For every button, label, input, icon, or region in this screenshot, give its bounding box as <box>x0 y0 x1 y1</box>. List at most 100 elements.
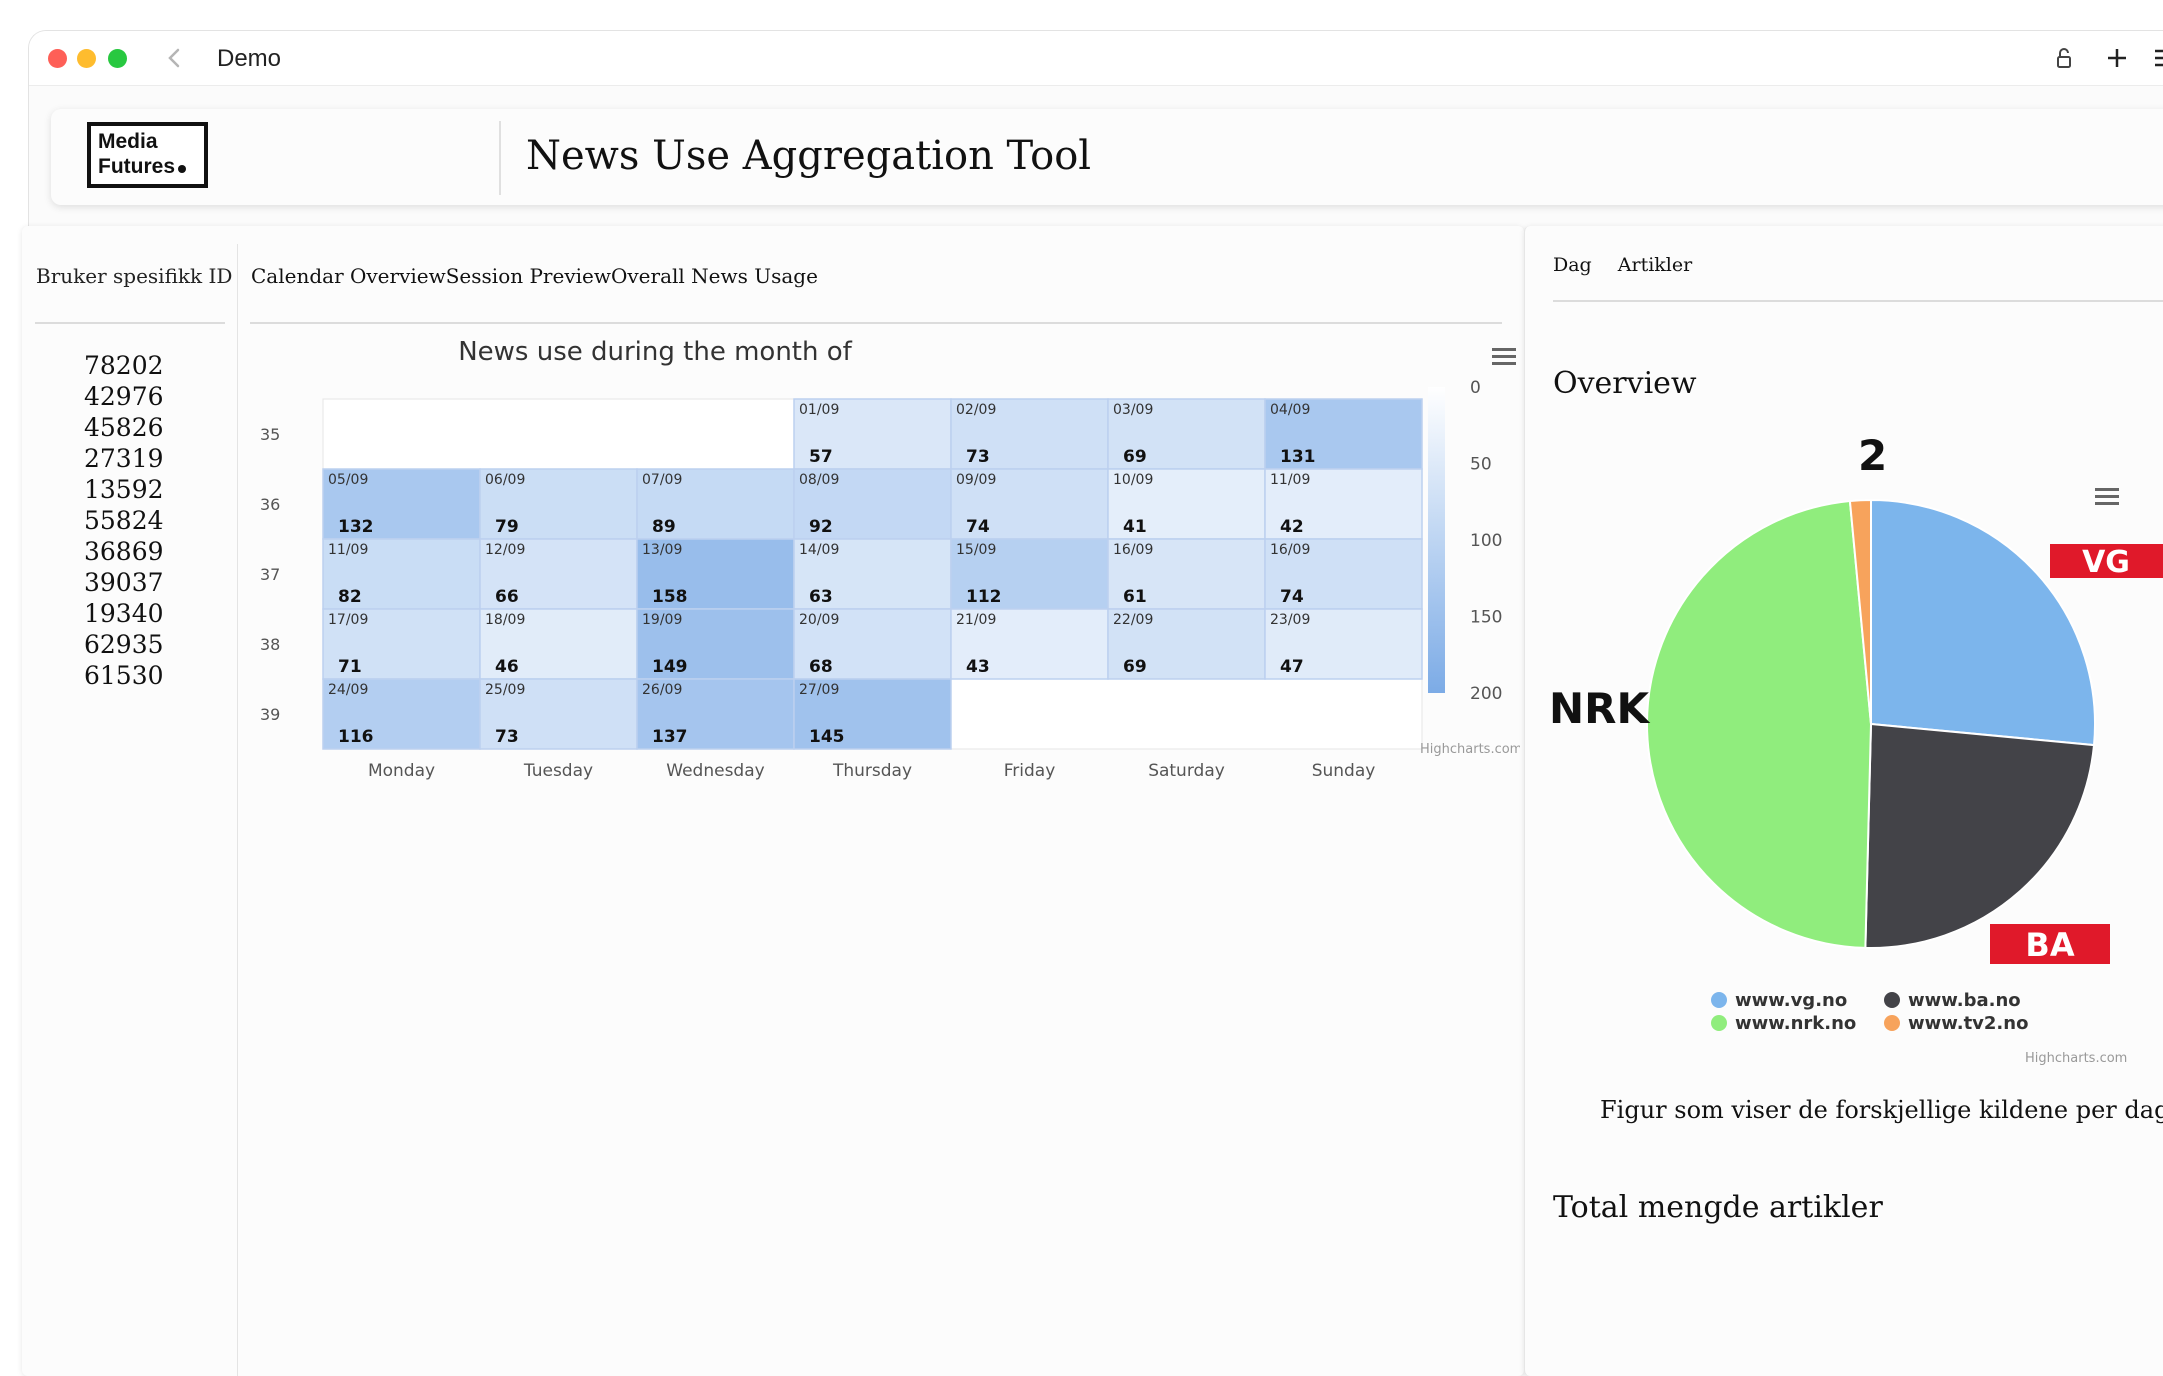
cell-value-label: 116 <box>338 727 374 747</box>
pie-slice <box>1864 722 2096 949</box>
pie-slice <box>1870 498 2096 747</box>
cell-date-label: 17/09 <box>328 612 368 628</box>
week-label: 36 <box>260 495 280 514</box>
vg-logo: VG <box>2050 544 2163 580</box>
cell-value-label: 149 <box>652 657 688 677</box>
pie-slice <box>1646 499 1873 949</box>
tab-session-preview[interactable]: Session Preview <box>446 264 611 288</box>
right-tabs-rule <box>1553 300 2163 302</box>
week-label: 38 <box>260 635 280 654</box>
cell-value-label: 92 <box>809 517 833 537</box>
cell-date-label: 07/09 <box>642 472 682 488</box>
legend-item[interactable]: www.ba.no <box>1884 990 2021 1011</box>
tab-overall-news-usage[interactable]: Overall News Usage <box>611 264 818 288</box>
legend-marker <box>1884 992 1900 1008</box>
chart-menu-line <box>2095 488 2119 491</box>
title-bar: Demo <box>29 31 2163 86</box>
cell-date-label: 11/09 <box>328 542 368 558</box>
weekday-label: Friday <box>1004 761 1056 781</box>
color-axis-tick: 50 <box>1470 455 1492 475</box>
tab-calendar-overview[interactable]: Calendar Overview <box>251 264 446 288</box>
tab-dag[interactable]: Dag <box>1553 254 1592 276</box>
user-id-item[interactable]: 19340 <box>84 598 164 629</box>
user-id-item[interactable]: 61530 <box>84 660 164 691</box>
menu-icon[interactable] <box>2149 43 2163 73</box>
user-id-item[interactable]: 13592 <box>84 474 164 505</box>
user-id-item[interactable]: 27319 <box>84 443 164 474</box>
cell-value-label: 61 <box>1123 587 1147 607</box>
pie-menu-icon[interactable] <box>2095 488 2119 505</box>
logo-dot-icon <box>178 165 187 173</box>
cell-value-label: 69 <box>1123 447 1147 467</box>
cell-date-label: 05/09 <box>328 472 368 488</box>
tab-artikler[interactable]: Artikler <box>1618 254 1692 276</box>
cell-value-label: 71 <box>338 657 362 677</box>
cell-value-label: 89 <box>652 517 676 537</box>
cell-date-label: 03/09 <box>1113 402 1153 418</box>
sidebar-divider <box>237 244 238 1376</box>
new-tab-icon[interactable] <box>2102 43 2132 73</box>
cell-date-label: 19/09 <box>642 612 682 628</box>
nrk-logo: NRK <box>1549 684 1650 733</box>
cell-value-label: 66 <box>495 587 519 607</box>
cell-date-label: 01/09 <box>799 402 839 418</box>
right-tabs: Dag Artikler <box>1553 254 1712 276</box>
back-icon[interactable] <box>159 43 189 73</box>
cell-value-label: 73 <box>495 727 519 747</box>
cell-date-label: 22/09 <box>1113 612 1153 628</box>
news-source-pie-chart: VG BA NRK 2 www.vg.no www.ba.no www.nrk.no www.… <box>1540 420 2163 1080</box>
cell-date-label: 25/09 <box>485 682 525 698</box>
chart-credit: Highcharts.com <box>1420 742 1520 757</box>
legend-item[interactable]: www.nrk.no <box>1711 1013 1856 1034</box>
close-window-button[interactable] <box>48 49 67 68</box>
cell-value-label: 43 <box>966 657 990 677</box>
cell-value-label: 46 <box>495 657 519 677</box>
page-title: News Use Aggregation Tool <box>526 133 1092 179</box>
user-id-item[interactable]: 42976 <box>84 381 164 412</box>
cell-value-label: 73 <box>966 447 990 467</box>
cell-value-label: 57 <box>809 447 833 467</box>
cell-value-label: 145 <box>809 727 845 747</box>
cell-value-label: 137 <box>652 727 688 747</box>
lock-icon[interactable] <box>2049 43 2079 73</box>
user-id-item[interactable]: 62935 <box>84 629 164 660</box>
color-axis-tick: 150 <box>1470 608 1502 628</box>
legend-item[interactable]: www.tv2.no <box>1884 1013 2028 1034</box>
cell-date-label: 16/09 <box>1113 542 1153 558</box>
user-id-item[interactable]: 45826 <box>84 412 164 443</box>
color-axis-bar <box>1428 387 1445 693</box>
user-id-item[interactable]: 78202 <box>84 350 164 381</box>
cell-value-label: 82 <box>338 587 362 607</box>
maximize-window-button[interactable] <box>108 49 127 68</box>
cell-value-label: 41 <box>1123 517 1147 537</box>
tv2-logo: 2 <box>1858 431 1887 480</box>
cell-value-label: 131 <box>1280 447 1316 467</box>
cell-date-label: 15/09 <box>956 542 996 558</box>
legend-item[interactable]: www.vg.no <box>1711 990 1847 1011</box>
window-title: Demo <box>217 45 282 72</box>
legend-marker <box>1711 1015 1727 1031</box>
legend-marker <box>1711 992 1727 1008</box>
tabs-rule <box>250 322 1502 324</box>
cell-date-label: 20/09 <box>799 612 839 628</box>
user-id-item[interactable]: 36869 <box>84 536 164 567</box>
cell-date-label: 06/09 <box>485 472 525 488</box>
app-header: Media Futures News Use Aggregation Tool <box>51 109 2163 205</box>
user-id-item[interactable]: 55824 <box>84 505 164 536</box>
cell-date-label: 27/09 <box>799 682 839 698</box>
cell-value-label: 112 <box>966 587 1002 607</box>
minimize-window-button[interactable] <box>77 49 96 68</box>
weekday-label: Saturday <box>1148 761 1225 781</box>
chart-menu-icon[interactable] <box>1492 348 1516 365</box>
legend-label: www.ba.no <box>1908 990 2021 1011</box>
total-articles-heading: Total mengde artikler <box>1553 1190 1883 1225</box>
media-futures-logo: Media Futures <box>87 122 208 188</box>
calendar-heatmap-chart: News use during the month of 01/09 57 02/09… <box>250 330 1522 950</box>
cell-date-label: 10/09 <box>1113 472 1153 488</box>
cell-date-label: 02/09 <box>956 402 996 418</box>
chart-menu-line <box>2095 495 2119 498</box>
cell-date-label: 16/09 <box>1270 542 1310 558</box>
main-tabs: Calendar OverviewSession PreviewOverall … <box>251 264 818 288</box>
user-id-item[interactable]: 39037 <box>84 567 164 598</box>
cell-value-label: 132 <box>338 517 374 537</box>
